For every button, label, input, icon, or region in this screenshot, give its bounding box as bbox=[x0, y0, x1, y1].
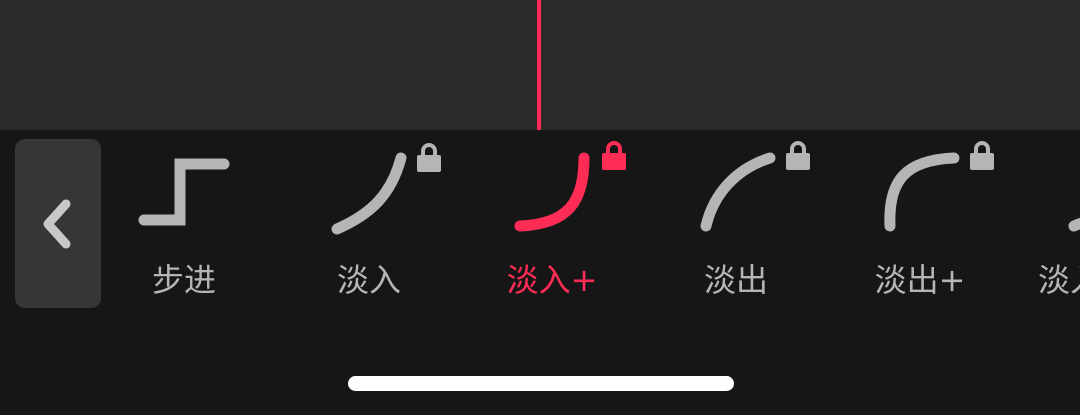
curve-option-label: 淡入 bbox=[336, 261, 401, 299]
ease-out-plus-curve-icon bbox=[884, 141, 994, 232]
curve-option-label: 淡入 bbox=[1038, 261, 1080, 299]
keyframe-curve-editor: 步进 淡入 淡入+ 淡出 淡出+ 淡 bbox=[0, 0, 1080, 415]
lock-icon bbox=[786, 141, 810, 170]
lock-icon bbox=[602, 141, 626, 170]
curve-option-ease-out[interactable]: 淡出 bbox=[656, 130, 816, 320]
timeline-track[interactable] bbox=[0, 0, 1080, 130]
lock-icon bbox=[417, 143, 441, 172]
curve-option-ease-out-plus[interactable]: 淡出+ bbox=[840, 130, 1000, 320]
back-button[interactable] bbox=[15, 139, 101, 308]
curve-option-label: 淡入+ bbox=[506, 261, 598, 299]
chevron-left-icon bbox=[43, 199, 71, 248]
curve-option-ease-in-out[interactable]: 淡入 bbox=[1002, 130, 1080, 320]
lock-icon bbox=[970, 141, 994, 170]
curve-options-panel: 步进 淡入 淡入+ 淡出 淡出+ 淡 bbox=[0, 130, 1080, 415]
ease-in-out-curve-icon bbox=[1068, 217, 1080, 232]
ease-in-curve-icon bbox=[331, 143, 441, 235]
step-curve-icon bbox=[138, 158, 230, 226]
playhead[interactable] bbox=[537, 0, 541, 130]
ease-in-plus-curve-icon bbox=[514, 141, 626, 232]
curve-option-label: 淡出 bbox=[703, 261, 768, 299]
curve-option-label: 淡出+ bbox=[874, 261, 966, 299]
curve-option-ease-in[interactable]: 淡入 bbox=[289, 130, 449, 320]
curve-option-step[interactable]: 步进 bbox=[104, 130, 264, 320]
ease-out-curve-icon bbox=[700, 141, 810, 232]
home-indicator bbox=[348, 376, 734, 391]
curve-option-label: 步进 bbox=[151, 261, 216, 299]
curve-option-ease-in-plus[interactable]: 淡入+ bbox=[472, 130, 632, 320]
